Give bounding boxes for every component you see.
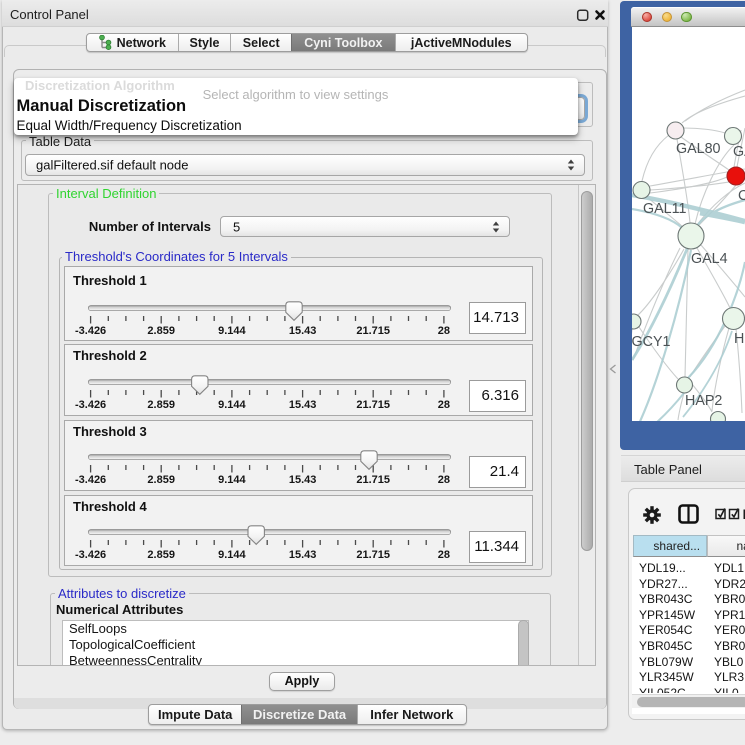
svg-text:GAL80: GAL80 [676,141,721,157]
svg-text:-3.426: -3.426 [75,325,106,337]
svg-text:21.715: 21.715 [356,474,390,486]
svg-text:C: C [738,188,745,204]
svg-text:2.859: 2.859 [147,325,175,337]
svg-text:GCY1: GCY1 [632,334,670,350]
svg-text:GA: GA [733,144,745,160]
svg-text:9.144: 9.144 [218,325,246,337]
svg-text:15.43: 15.43 [289,474,317,486]
svg-text:GAL11: GAL11 [643,201,686,217]
svg-text:2.859: 2.859 [147,474,175,486]
svg-text:GAL4: GAL4 [691,251,728,267]
svg-text:28: 28 [438,399,450,411]
svg-text:-3.426: -3.426 [75,399,106,411]
svg-text:28: 28 [438,474,450,486]
svg-text:28: 28 [438,549,450,561]
svg-text:21.715: 21.715 [356,549,390,561]
svg-text:2.859: 2.859 [147,399,175,411]
svg-text:2.859: 2.859 [147,549,175,561]
svg-text:H: H [734,331,744,347]
svg-text:9.144: 9.144 [218,399,246,411]
svg-text:9.144: 9.144 [218,474,246,486]
svg-text:15.43: 15.43 [289,399,317,411]
svg-text:28: 28 [438,325,450,337]
svg-text:15.43: 15.43 [289,549,317,561]
svg-text:HAP2: HAP2 [685,393,722,409]
svg-text:-3.426: -3.426 [75,474,106,486]
svg-text:21.715: 21.715 [356,325,390,337]
svg-text:-3.426: -3.426 [75,549,106,561]
svg-text:21.715: 21.715 [356,399,390,411]
svg-text:15.43: 15.43 [289,325,317,337]
svg-text:9.144: 9.144 [218,549,246,561]
